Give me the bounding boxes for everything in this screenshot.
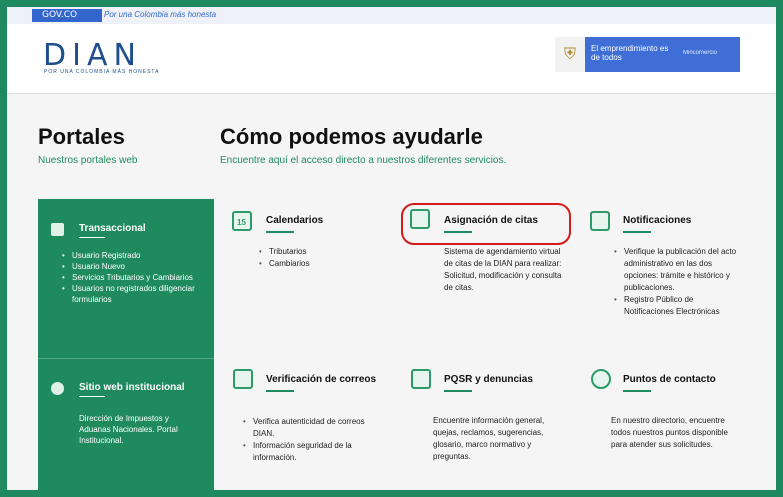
calendarios-title[interactable]: Calendarios bbox=[266, 215, 323, 226]
transaccional-title[interactable]: Transaccional bbox=[79, 223, 146, 234]
institucional-title[interactable]: Sitio web institucional bbox=[79, 382, 185, 393]
correos-title[interactable]: Verificación de correos bbox=[266, 374, 376, 385]
gov-banner-ministry: Mincomercio bbox=[683, 50, 718, 56]
list-item[interactable]: Usuario Registrado bbox=[62, 250, 212, 261]
globe-icon bbox=[51, 382, 64, 395]
transaccional-underline bbox=[79, 237, 105, 238]
citas-description: Sistema de agendamiento virtual de citas… bbox=[444, 247, 562, 292]
pqsr-icon bbox=[411, 369, 431, 389]
list-item[interactable]: Verifique la publicación del acto admini… bbox=[614, 246, 739, 294]
list-item[interactable]: Tributarios bbox=[259, 246, 379, 258]
contacto-underline bbox=[623, 390, 651, 392]
list-item[interactable]: Usuario Nuevo bbox=[62, 261, 212, 272]
gov-banner[interactable]: ⛨ El emprendimiento es de todos Mincomer… bbox=[555, 37, 740, 72]
sidebar-divider bbox=[38, 358, 214, 359]
portales-sidebar: Transaccional Usuario Registrado Usuario… bbox=[38, 199, 214, 490]
govco-logo[interactable]: GOV.CO bbox=[32, 9, 102, 22]
institucional-description: Dirección de Impuestos y Aduanas Naciona… bbox=[79, 414, 178, 445]
location-pin-icon bbox=[591, 369, 611, 389]
highlight-annotation bbox=[401, 203, 571, 245]
pqsr-underline bbox=[444, 390, 472, 392]
notificaciones-list: Verifique la publicación del acto admini… bbox=[614, 246, 739, 318]
notificaciones-underline bbox=[623, 231, 651, 233]
ayuda-title: Cómo podemos ayudarle bbox=[220, 124, 483, 149]
calendarios-list: Tributarios Cambiarios bbox=[259, 246, 379, 270]
pqsr-description: Encuentre información general, quejas, r… bbox=[433, 416, 545, 461]
list-item[interactable]: Información seguridad de la información. bbox=[243, 440, 388, 464]
list-item[interactable]: Registro Público de Notificaciones Elect… bbox=[614, 294, 739, 318]
list-item[interactable]: Usuarios no registrados diligenciar form… bbox=[62, 283, 212, 305]
institucional-underline bbox=[79, 396, 105, 397]
transaccional-icon bbox=[51, 223, 64, 236]
site-header: DIAN POR UNA COLOMBIA MÁS HONESTA ⛨ El e… bbox=[7, 24, 776, 94]
gov-banner-text: El emprendimiento es de todos bbox=[591, 44, 669, 62]
list-item[interactable]: Verifica autenticidad de correos DIAN. bbox=[243, 416, 388, 440]
dian-logo[interactable]: DIAN bbox=[43, 41, 142, 71]
gov-bar: GOV.CO Por una Colombia más honesta bbox=[7, 7, 776, 24]
calendar-icon-number: 15 bbox=[237, 218, 246, 227]
contacto-title[interactable]: Puntos de contacto bbox=[623, 374, 716, 385]
list-item[interactable]: Cambiarios bbox=[259, 258, 379, 270]
notificaciones-title[interactable]: Notificaciones bbox=[623, 215, 691, 226]
list-item[interactable]: Servicios Tributarios y Cambiarios bbox=[62, 272, 212, 283]
calendar-icon: 15 bbox=[232, 211, 252, 231]
dian-slogan: POR UNA COLOMBIA MÁS HONESTA bbox=[44, 69, 160, 75]
portales-subtitle: Nuestros portales web bbox=[38, 155, 138, 166]
mail-icon bbox=[233, 369, 253, 389]
page-frame: GOV.CO Por una Colombia más honesta DIAN… bbox=[7, 7, 776, 490]
portales-title: Portales bbox=[38, 124, 125, 149]
transaccional-list: Usuario Registrado Usuario Nuevo Servici… bbox=[62, 250, 212, 305]
correos-list: Verifica autenticidad de correos DIAN. I… bbox=[243, 416, 388, 464]
gov-bar-text: Por una Colombia más honesta bbox=[104, 10, 217, 19]
calendarios-underline bbox=[266, 231, 294, 233]
main-content: Portales Nuestros portales web Cómo pode… bbox=[7, 95, 776, 490]
ayuda-subtitle: Encuentre aquí el acceso directo a nuest… bbox=[220, 155, 507, 166]
correos-underline bbox=[266, 390, 294, 392]
notification-icon bbox=[590, 211, 610, 231]
contacto-description: En nuestro directorio, encuentre todos n… bbox=[611, 416, 728, 449]
pqsr-title[interactable]: PQSR y denuncias bbox=[444, 374, 533, 385]
colombia-shield-icon: ⛨ bbox=[555, 37, 585, 72]
